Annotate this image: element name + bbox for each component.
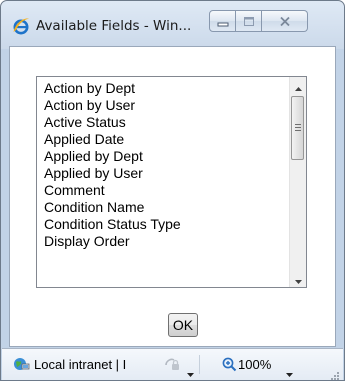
list-item[interactable]: Display Order (37, 233, 290, 250)
window-controls (209, 10, 308, 32)
maximize-icon (243, 12, 255, 31)
minimize-button[interactable] (209, 10, 236, 32)
zoom-magnifier-icon[interactable] (222, 357, 237, 372)
scroll-up-button[interactable] (290, 77, 306, 94)
local-intranet-icon (13, 356, 30, 372)
vertical-scrollbar[interactable] (289, 77, 306, 287)
protected-mode-icon[interactable] (163, 356, 181, 373)
list-item[interactable]: Applied Date (37, 131, 290, 148)
list-item[interactable]: Applied by User (37, 165, 290, 182)
window-title: Available Fields - Win... (36, 18, 192, 34)
dialog-content: Action by Dept Action by User Active Sta… (9, 46, 336, 347)
chevron-down-icon[interactable] (187, 362, 194, 381)
list-item[interactable]: Action by Dept (37, 80, 290, 97)
scroll-down-arrow-icon (294, 269, 302, 287)
title-bar[interactable]: Available Fields - Win... (1, 1, 344, 47)
available-fields-list[interactable]: Action by Dept Action by User Active Sta… (36, 76, 307, 288)
browser-popup-window: Available Fields - Win... Action by Dept… (0, 0, 345, 381)
list-items: Action by Dept Action by User Active Sta… (37, 77, 290, 250)
security-zone-label[interactable]: Local intranet | I (34, 357, 126, 372)
resize-grip-icon[interactable] (328, 366, 340, 380)
scroll-down-button[interactable] (290, 270, 306, 287)
list-item[interactable]: Condition Status Type (37, 216, 290, 233)
close-icon (279, 12, 291, 31)
ok-button[interactable]: OK (168, 313, 198, 337)
maximize-button[interactable] (236, 10, 262, 32)
list-item[interactable]: Active Status (37, 114, 290, 131)
scroll-up-arrow-icon (294, 77, 302, 95)
list-item[interactable]: Comment (37, 182, 290, 199)
list-item[interactable]: Applied by Dept (37, 148, 290, 165)
status-bar: Local intranet | I 100% (2, 348, 343, 380)
chevron-down-icon[interactable] (286, 362, 293, 381)
list-item[interactable]: Action by User (37, 97, 290, 114)
list-item[interactable]: Condition Name (37, 199, 290, 216)
status-divider (199, 355, 200, 374)
ie-logo-icon (12, 17, 30, 35)
close-button[interactable] (262, 10, 308, 32)
zoom-level[interactable]: 100% (238, 357, 271, 372)
scroll-thumb[interactable] (291, 96, 304, 160)
minimize-icon (217, 12, 229, 31)
grip-icon (295, 124, 301, 133)
